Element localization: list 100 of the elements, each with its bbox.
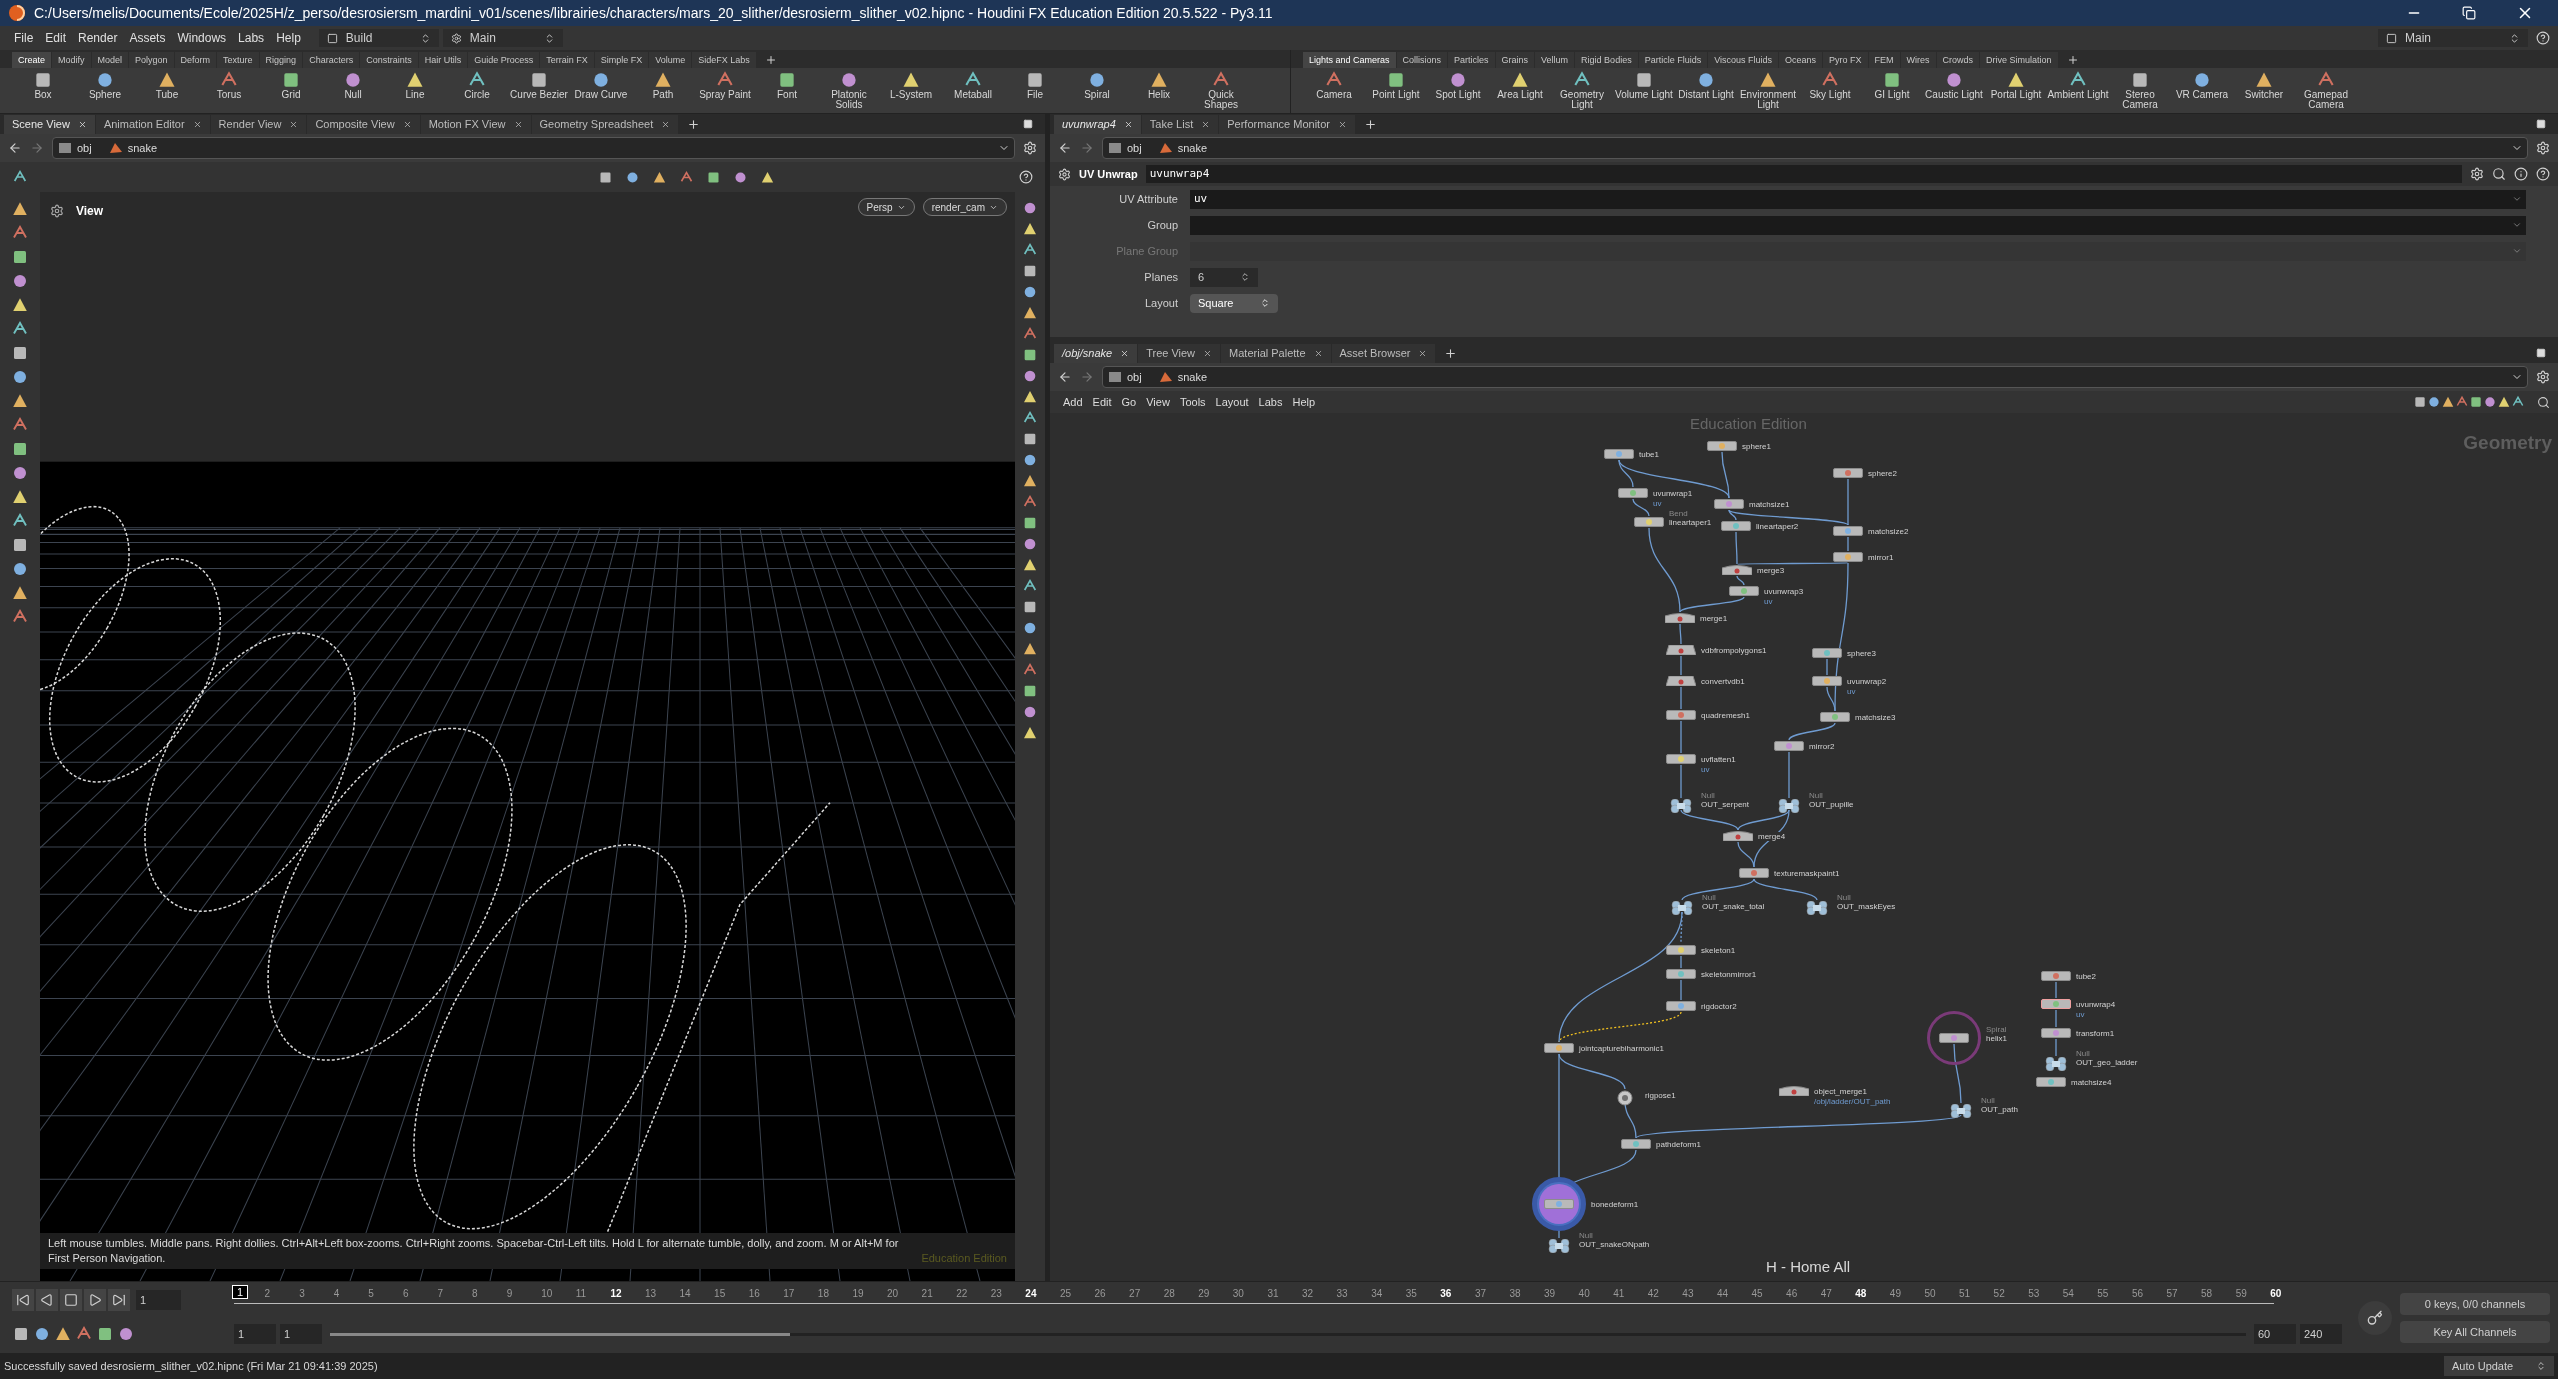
shelf-tab[interactable]: Wires [1900,51,1936,68]
shelf-tab[interactable]: Model [91,51,129,68]
shelf-tool[interactable]: Line [384,69,446,100]
menu-item[interactable]: Windows [171,29,233,47]
current-frame-marker[interactable]: 1 [232,1285,249,1299]
shelf-tab[interactable]: Rigging [259,51,303,68]
menu-item[interactable]: Help [270,29,307,47]
menu-item[interactable]: Layout [1210,393,1254,411]
menu-item[interactable]: Labs [232,29,271,47]
shelf-tool[interactable]: Box [12,69,74,100]
key-mode-menu[interactable]: Key All Channels [2400,1320,2550,1343]
update-mode-menu[interactable]: Auto Update [2444,1356,2554,1376]
shelf-tool[interactable]: Camera [1303,69,1365,100]
shelf-tool[interactable]: Quick Shapes [1190,69,1252,110]
shelf-tab[interactable]: Collisions [1396,51,1448,68]
shelf-tab[interactable]: Viscous Fluids [1708,51,1779,68]
pane-tab[interactable]: uvunwrap4 [1054,115,1141,134]
pane-tab[interactable]: Scene View [4,115,95,134]
shelf-tool[interactable]: Font [756,69,818,100]
shelf-tab[interactable]: Deform [174,51,217,68]
shelf-tool[interactable]: Draw Curve [570,69,632,100]
menu-item[interactable]: Assets [123,29,172,47]
shelf-tab[interactable]: Grains [1495,51,1535,68]
shelf-tool[interactable]: Spot Light [1427,69,1489,100]
menu-item[interactable]: Edit [39,29,73,47]
node-name-field[interactable]: uvunwrap4 [1145,165,2462,183]
shelf-tool[interactable]: Portal Light [1985,69,2047,100]
shelf-tool[interactable]: Distant Light [1675,69,1737,100]
shelf-tab[interactable]: Lights and Cameras [1303,51,1396,68]
shelf-tool[interactable]: Switcher [2233,69,2295,100]
shelf-tool[interactable]: Stereo Camera [2109,69,2171,110]
shelf-tool[interactable]: Spray Paint [694,69,756,100]
shelf-tab[interactable]: Modify [52,51,91,68]
menu-item[interactable]: Add [1058,393,1088,411]
shelf-tool[interactable]: Spiral [1066,69,1128,100]
shelf-tool[interactable]: Metaball [942,69,1004,100]
menu-item[interactable]: Labs [1253,393,1288,411]
pane-tab[interactable]: Performance Monitor [1219,115,1355,134]
shelf-tab[interactable]: Particles [1448,51,1495,68]
pane-tab[interactable]: Geometry Spreadsheet [531,115,679,134]
pane-tab[interactable]: Asset Browser [1331,344,1436,363]
pane-tab[interactable]: Composite View [307,115,420,134]
shelf-tab[interactable]: Simple FX [594,51,649,68]
shelf-tab[interactable]: Crowds [1936,51,1980,68]
shelf-tool[interactable]: Tube [136,69,198,100]
context-menu[interactable]: Main [2378,29,2528,47]
shelf-tool[interactable]: Sky Light [1799,69,1861,100]
shelf-tool[interactable]: Volume Light [1613,69,1675,100]
menu-item[interactable]: Tools [1174,393,1211,411]
context-menu[interactable]: Main [442,29,563,47]
shelf-tab[interactable]: SideFX Labs [692,51,756,68]
pane-tab[interactable]: /obj/snake [1054,344,1138,363]
shelf-tool[interactable]: Curve Bezier [508,69,570,100]
shelf-tool[interactable]: Geometry Light [1551,69,1613,110]
parameter-field[interactable]: uv [1190,189,2526,209]
camera-menu[interactable]: render_cam [922,198,1007,216]
pane-tab[interactable]: Render View [210,115,307,134]
pane-tab[interactable]: Tree View [1138,344,1221,363]
path-segment[interactable]: obj [1127,139,1142,157]
range-start-field[interactable]: 1 [234,1324,276,1344]
shelf-tab[interactable]: FEM [1868,51,1900,68]
pane-tab[interactable]: Animation Editor [95,115,210,134]
menu-field[interactable]: Square [1190,293,1278,313]
frame-field[interactable]: 1 [136,1290,181,1310]
timeline-ruler[interactable]: 1 2 3 4 5 6 7 8 9 10 11 12 13 14 15 16 17 18 19 20 21 22 23 24 25 26 27 28 29 30 31 32 33 34 35 36 37 38 39 40 41 42 43 44 45 46 47 48 49 50 51 52 53 54 55 56 57 58 59 60 [234,1285,2294,1315]
number-field[interactable]: 6 [1190,267,1258,287]
shelf-tool[interactable]: VR Camera [2171,69,2233,100]
menu-item[interactable]: Render [72,29,124,47]
shelf-tab[interactable]: Rigid Bodies [1575,51,1638,68]
path-segment[interactable]: obj [77,139,92,157]
shelf-tab[interactable]: Guide Process [468,51,540,68]
shelf-tab[interactable]: Texture [217,51,259,68]
shelf-tool[interactable]: Point Light [1365,69,1427,100]
shelf-tab[interactable]: Terrain FX [540,51,594,68]
shelf-tab[interactable]: Hair Utils [418,51,468,68]
shelf-tab[interactable]: Polygon [129,51,174,68]
shelf-tool[interactable]: Sphere [74,69,136,100]
menu-item[interactable]: Go [1116,393,1142,411]
path-field[interactable]: obj snake [1102,137,2528,159]
path-segment[interactable]: snake [1177,368,1208,386]
shelf-tool[interactable]: Gamepad Camera [2295,69,2357,110]
shelf-tool[interactable]: Ambient Light [2047,69,2109,100]
keys-info-field[interactable]: 0 keys, 0/0 channels [2400,1292,2550,1315]
shelf-tab[interactable]: Create [12,51,51,68]
path-segment[interactable]: snake [1177,139,1208,157]
camera-menu[interactable]: Persp [857,198,915,216]
shelf-tool[interactable]: Path [632,69,694,100]
desktop-menu[interactable]: Build [318,29,439,47]
shelf-tab[interactable]: Oceans [1779,51,1823,68]
menu-item[interactable]: File [8,29,40,47]
shelf-tab[interactable]: Particle Fluids [1638,51,1708,68]
range-start-field[interactable]: 1 [280,1324,322,1344]
shelf-tool[interactable]: Environment Light [1737,69,1799,110]
shelf-tool[interactable]: Circle [446,69,508,100]
shelf-tab[interactable]: Constraints [360,51,418,68]
shelf-tool[interactable]: GI Light [1861,69,1923,100]
shelf-tab[interactable]: Pyro FX [1823,51,1868,68]
menu-item[interactable]: Help [1287,393,1321,411]
shelf-tab[interactable]: Drive Simulation [1980,51,2058,68]
shelf-tool[interactable]: Torus [198,69,260,100]
